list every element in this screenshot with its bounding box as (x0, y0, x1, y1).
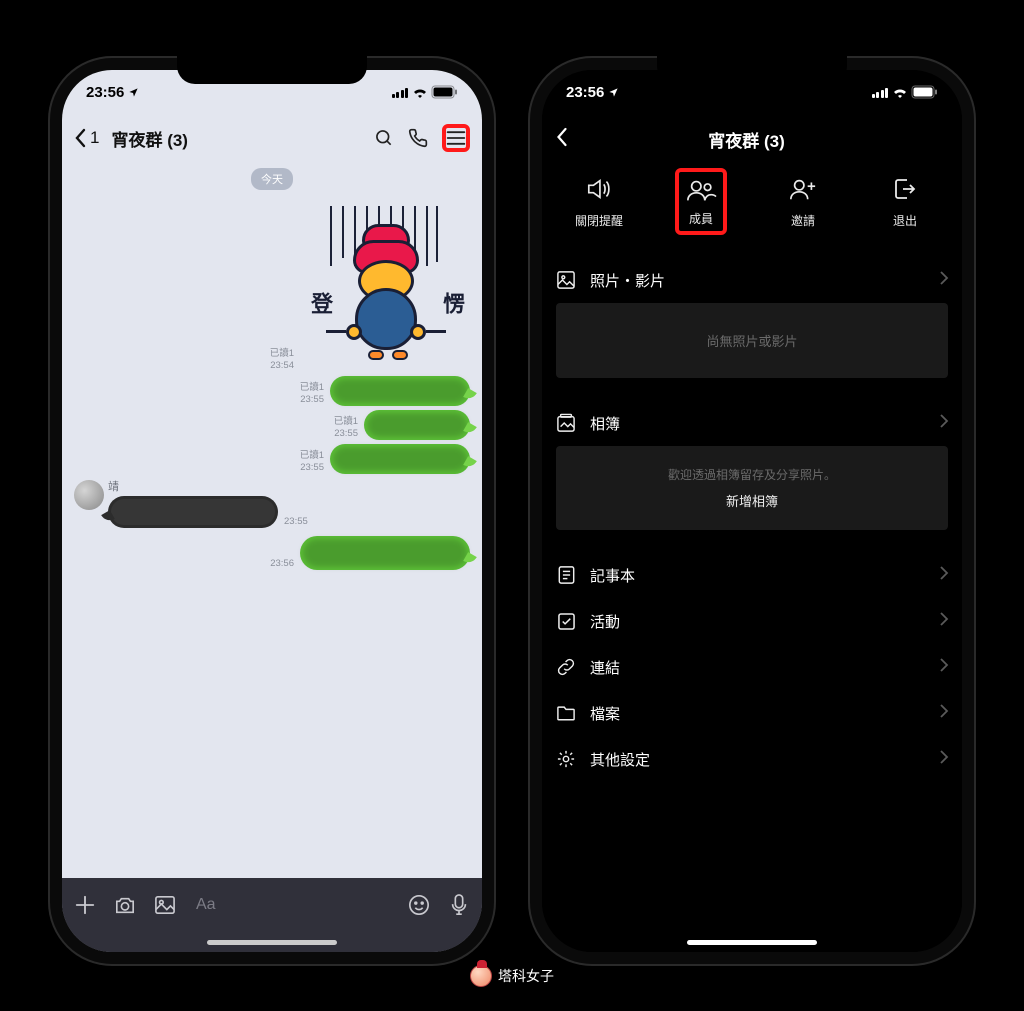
chevron-right-icon (940, 271, 948, 290)
watermark-text: 塔科女子 (498, 966, 554, 986)
message-meta: 已讀123:55 (300, 450, 324, 474)
section-links[interactable]: 連結 (556, 644, 948, 690)
section-notes[interactable]: 記事本 (556, 552, 948, 598)
message-bubble[interactable] (330, 376, 470, 406)
leave-icon (890, 174, 920, 204)
phone-left-frame: 23:56 1 宵夜群 (3) (48, 56, 496, 966)
photos-empty-panel: 尚無照片或影片 (556, 303, 948, 378)
message-meta: 已讀123:55 (300, 382, 324, 406)
message-out-row: 23:56 (74, 536, 470, 570)
chevron-right-icon (940, 612, 948, 631)
notch (657, 56, 847, 84)
phone-icon[interactable] (404, 124, 432, 152)
events-icon (556, 611, 576, 631)
members-icon (687, 176, 715, 204)
location-icon (128, 87, 139, 98)
message-bubble[interactable] (300, 536, 470, 570)
chevron-right-icon (940, 704, 948, 723)
albums-panel[interactable]: 歡迎透過相簿留存及分享照片。 新增相簿 (556, 446, 948, 530)
chevron-right-icon (940, 414, 948, 433)
section-files[interactable]: 檔案 (556, 690, 948, 736)
new-album-button[interactable]: 新增相簿 (566, 491, 938, 510)
phone-right-frame: 23:56 宵夜群 (3) (528, 56, 976, 966)
action-mute[interactable]: 關閉提醒 (548, 174, 650, 235)
message-input[interactable]: Aa (192, 896, 392, 914)
watermark: 塔科女子 (470, 965, 554, 987)
link-icon (556, 657, 576, 677)
notes-icon (556, 565, 576, 585)
settings-header: 宵夜群 (3) (542, 114, 962, 164)
phone-left-screen: 23:56 1 宵夜群 (3) (62, 70, 482, 952)
chat-input-bar: Aa (62, 878, 482, 952)
message-bubble[interactable] (108, 496, 278, 528)
signal-icon (872, 87, 889, 98)
section-photos[interactable]: 照片・影片 (556, 257, 948, 303)
home-indicator (62, 932, 482, 952)
camera-icon[interactable] (112, 892, 138, 918)
chevron-right-icon (940, 750, 948, 769)
action-members[interactable]: 成員 (650, 174, 752, 235)
chevron-right-icon (940, 658, 948, 677)
message-out-row: 已讀123:55 (74, 444, 470, 474)
message-meta: 已讀123:54 (270, 348, 294, 372)
signal-icon (392, 87, 409, 98)
section-albums[interactable]: 相簿 (556, 400, 948, 446)
folder-icon (556, 703, 576, 723)
message-bubble[interactable] (330, 444, 470, 474)
speaker-icon (584, 174, 614, 204)
home-indicator (542, 932, 962, 952)
search-icon[interactable] (370, 124, 398, 152)
message-meta: 23:55 (284, 516, 308, 528)
location-icon (608, 87, 619, 98)
battery-icon (912, 86, 938, 98)
invite-icon (788, 174, 818, 204)
action-leave[interactable]: 退出 (854, 174, 956, 235)
status-time: 23:56 (86, 84, 124, 101)
plus-icon[interactable] (72, 892, 98, 918)
wifi-icon (892, 86, 908, 98)
message-meta: 已讀123:55 (334, 416, 358, 440)
status-time: 23:56 (566, 84, 604, 101)
date-pill: 今天 (251, 168, 293, 190)
message-meta: 23:56 (270, 558, 294, 570)
message-out-row: 已讀123:55 (74, 410, 470, 440)
mic-icon[interactable] (446, 892, 472, 918)
album-icon (556, 413, 576, 433)
watermark-avatar-icon (470, 965, 492, 987)
back-button[interactable]: 1 (74, 128, 99, 148)
section-other[interactable]: 其他設定 (556, 736, 948, 782)
notch (177, 56, 367, 84)
sender-name: 靖 (108, 478, 308, 494)
chat-body[interactable]: 今天 已讀123:54 (62, 162, 482, 878)
wifi-icon (412, 86, 428, 98)
settings-title: 宵夜群 (3) (545, 127, 948, 152)
settings-body[interactable]: 照片・影片 尚無照片或影片 相簿 歡迎透過相簿留存及分享照片。 新增相簿 (542, 257, 962, 932)
sticker-image[interactable]: 登 愣 (300, 202, 470, 372)
message-sticker-row: 已讀123:54 登 (74, 202, 470, 372)
message-bubble[interactable] (364, 410, 470, 440)
message-in-row: 靖 23:55 (74, 478, 470, 528)
battery-icon (432, 86, 458, 98)
gear-icon (556, 749, 576, 769)
chat-title: 宵夜群 (3) (111, 126, 188, 151)
menu-icon[interactable] (442, 124, 470, 152)
emoji-icon[interactable] (406, 892, 432, 918)
phone-right-screen: 23:56 宵夜群 (3) (542, 70, 962, 952)
back-count: 1 (90, 128, 99, 148)
action-invite[interactable]: 邀請 (752, 174, 854, 235)
avatar[interactable] (74, 480, 104, 510)
chat-header: 1 宵夜群 (3) (62, 114, 482, 162)
section-events[interactable]: 活動 (556, 598, 948, 644)
action-row: 關閉提醒 成員 邀請 (542, 164, 962, 257)
message-out-row: 已讀123:55 (74, 376, 470, 406)
photo-icon (556, 270, 576, 290)
gallery-icon[interactable] (152, 892, 178, 918)
chevron-right-icon (940, 566, 948, 585)
